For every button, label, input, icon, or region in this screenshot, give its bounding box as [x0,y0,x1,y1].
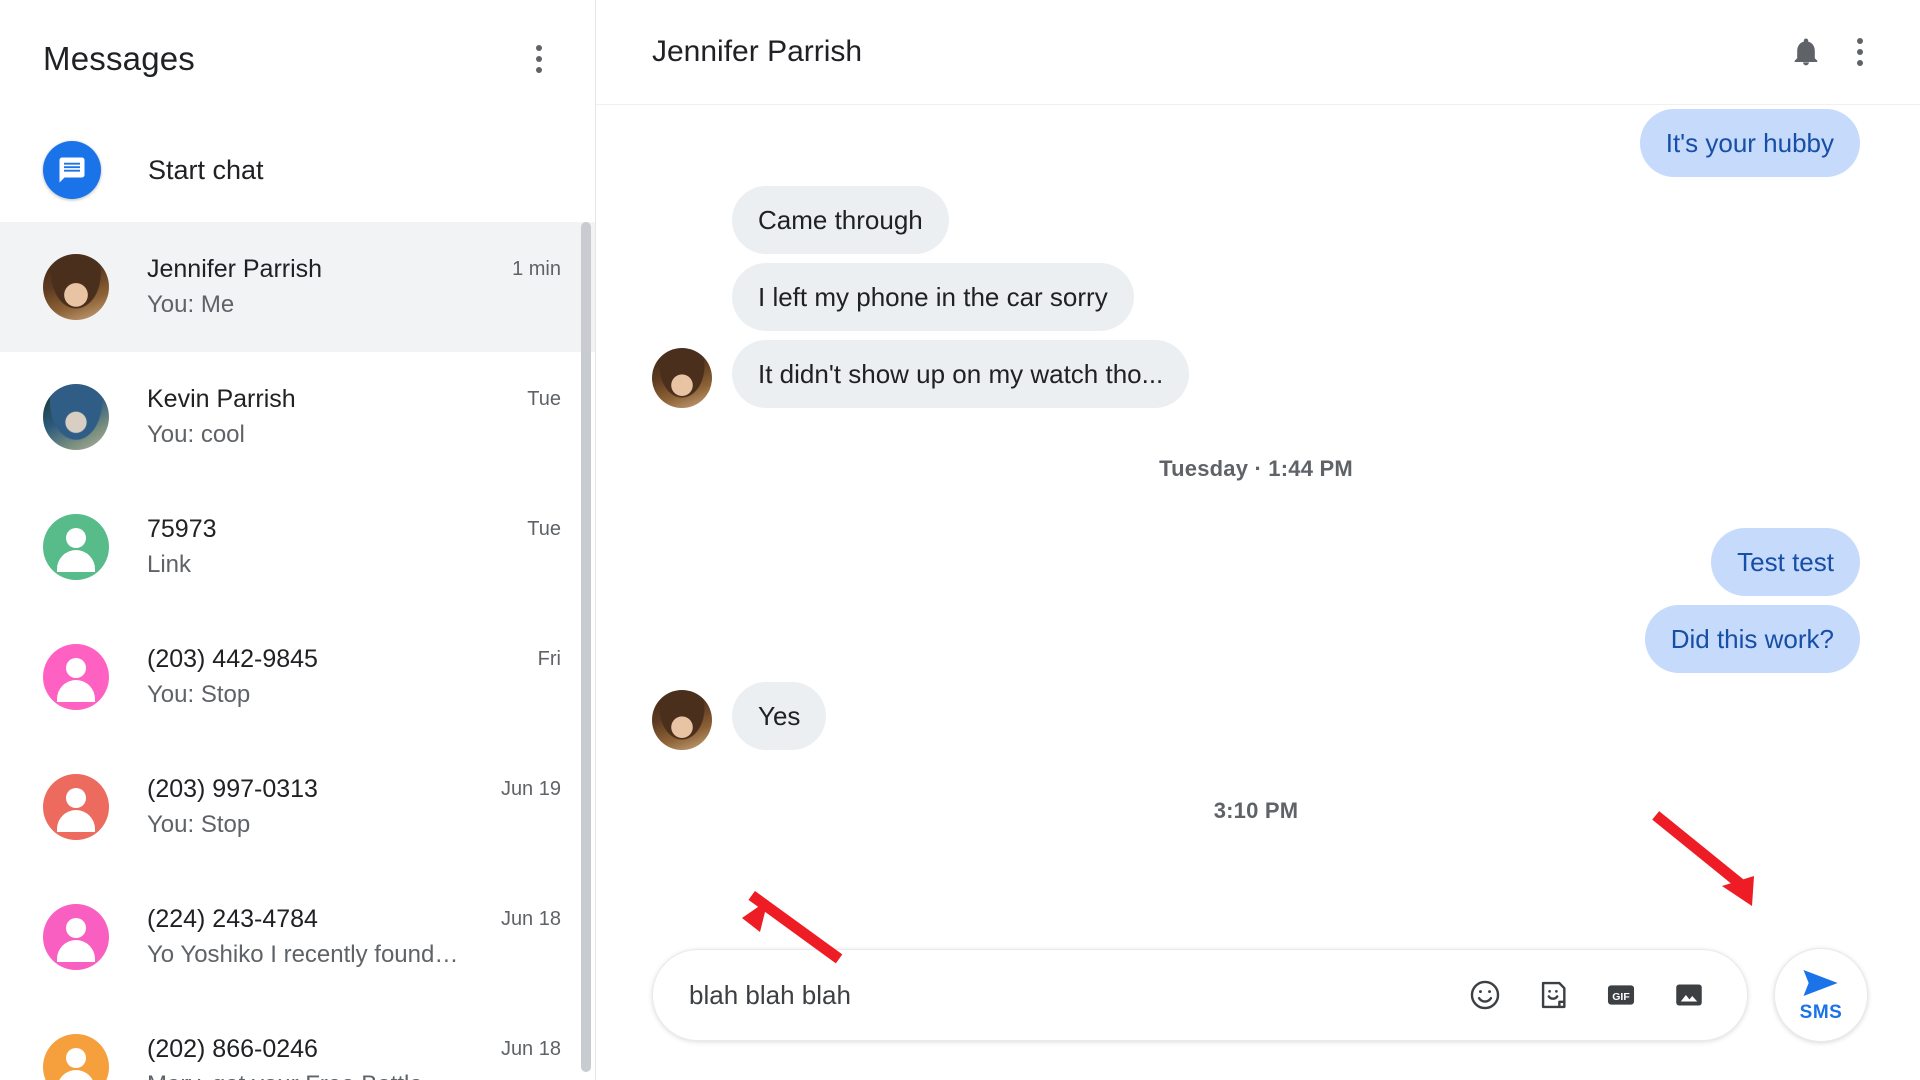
message-bubble[interactable]: I left my phone in the car sorry [732,263,1134,331]
conversation-body: (202) 866-0246 Mary, get your Free Bottle… [147,1032,501,1080]
conversation-row[interactable]: (203) 442-9845 You: Stop Fri [0,612,595,742]
avatar [652,690,712,750]
dot [1857,38,1863,44]
avatar [43,254,109,320]
conversation-snippet: Link [147,551,192,578]
avatar [43,904,109,970]
message-bubble[interactable]: It's your hubby [1639,109,1860,177]
conversation-snippet: You: Stop [147,681,251,708]
chat-bubble-icon [43,141,101,199]
composer-icon-row: GIF [1465,975,1723,1015]
composer: GIF SMS [596,948,1920,1042]
send-icon [1803,970,1838,996]
message-row: Did this work? [652,605,1860,673]
conversation-name: Jennifer Parrish [147,255,323,283]
conversation-row[interactable]: 75973 Link Tue [0,482,595,612]
dot [1857,49,1863,55]
chat-header: Jennifer Parrish [596,0,1920,104]
message-thread: Testing how to send a text via PC using … [596,0,1920,904]
message-row: It's your hubby [652,109,1860,177]
message-bubble[interactable]: Did this work? [1644,605,1860,673]
avatar [43,384,109,450]
sidebar-kebab-menu-icon[interactable] [513,33,565,85]
message-row: It didn't show up on my watch tho... [652,340,1860,408]
conversation-timestamp: Fri [537,648,561,670]
dot [536,45,542,51]
chat-contact-name: Jennifer Parrish [652,35,863,68]
conversation-row[interactable]: (203) 997-0313 You: Stop Jun 19 [0,742,595,872]
conversation-timestamp: Tue [527,388,561,410]
conversation-timestamp: Tue [527,518,561,540]
message-bubble[interactable]: It didn't show up on my watch tho... [732,340,1190,408]
conversation-name: 75973 [147,515,217,543]
conversation-row[interactable]: (202) 866-0246 Mary, get your Free Bottle… [0,1002,595,1080]
message-row: Came through [652,186,1860,254]
conversation-timestamp: Jun 19 [500,778,561,800]
conversation-timestamp: Jun 18 [500,1038,561,1060]
timestamp-divider: 3:10 PM [1213,798,1299,823]
composer-box[interactable]: GIF [652,949,1748,1041]
avatar [43,774,109,840]
avatar [43,514,109,580]
dot [536,56,542,62]
conversation-snippet: Yo Yoshiko I recently found… [147,941,459,968]
conversation-timestamp: 1 min [512,258,561,280]
emoji-icon[interactable] [1465,975,1505,1015]
conversation-body: Jennifer Parrish You: Me [147,252,512,322]
conversation-name: (224) 243-4784 [147,905,318,933]
sidebar-header: Messages [0,0,595,118]
conversation-row[interactable]: (224) 243-4784 Yo Yoshiko I recently foun… [0,872,595,1002]
chat-panel: Testing how to send a text via PC using … [596,0,1920,1080]
avatar [652,348,712,408]
conversation-snippet: Mary, get your Free Bottle … [147,1068,501,1080]
conversation-name: (203) 997-0313 [147,775,318,803]
start-chat-button[interactable]: Start chat [0,118,595,222]
message-row: I left my phone in the car sorry [652,263,1860,331]
message-row: Test test [652,528,1860,596]
start-chat-label: Start chat [148,154,264,185]
svg-text:GIF: GIF [1612,992,1630,1003]
bell-icon[interactable] [1778,24,1834,80]
conversation-row[interactable]: Jennifer Parrish You: Me 1 min [0,222,595,352]
page-title: Messages [43,40,196,77]
conversation-timestamp: Jun 18 [500,908,561,930]
conversation-name: Kevin Parrish [147,385,296,413]
message-bubble[interactable]: Yes [732,682,827,750]
conversation-body: (203) 997-0313 You: Stop [147,772,501,842]
conversation-row[interactable]: Kevin Parrish You: cool Tue [0,352,595,482]
send-button[interactable]: SMS [1774,948,1868,1042]
conversation-name: (202) 866-0246 [147,1035,318,1063]
avatar [43,644,109,710]
conversation-snippet: You: cool [147,421,245,448]
dot [536,67,542,73]
dot [1857,60,1863,66]
image-icon[interactable] [1669,975,1709,1015]
conversation-body: Kevin Parrish You: cool [147,382,527,452]
send-button-label: SMS [1799,1002,1843,1023]
chat-kebab-menu-icon[interactable] [1834,26,1886,78]
messages-app: Messages Start chat Jennifer Parrish You:… [0,0,1920,1080]
timestamp-divider: Tuesday · 1:44 PM [1159,456,1353,481]
conversation-body: (224) 243-4784 Yo Yoshiko I recently foun… [147,902,501,972]
message-bubble[interactable]: Came through [732,186,949,254]
gif-icon[interactable]: GIF [1601,975,1641,1015]
conversation-name: (203) 442-9845 [147,645,318,673]
conversation-list[interactable]: Jennifer Parrish You: Me 1 min Kevin Parris… [0,222,595,1080]
message-row: Yes [652,682,1860,750]
message-bubble[interactable]: Test test [1711,528,1860,596]
conversation-body: 75973 Link [147,512,527,582]
conversation-sidebar: Messages Start chat Jennifer Parrish You:… [0,0,596,1080]
sidebar-scrollbar[interactable] [581,222,591,1072]
sticker-icon[interactable] [1533,975,1573,1015]
conversation-snippet: You: Me [147,291,235,318]
conversation-snippet: You: Stop [147,811,251,838]
message-input[interactable] [689,979,1465,1011]
avatar [43,1034,109,1080]
conversation-body: (203) 442-9845 You: Stop [147,642,538,712]
